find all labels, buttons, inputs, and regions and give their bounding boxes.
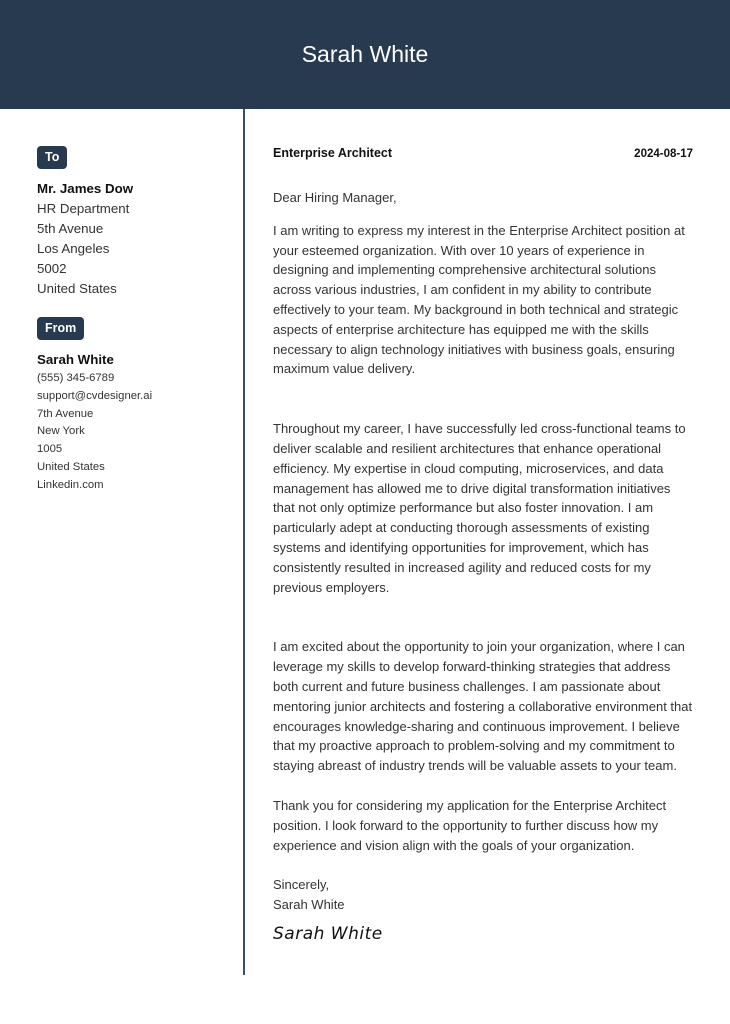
paragraph-3: I am excited about the opportunity to jo… <box>273 639 693 774</box>
greeting: Dear Hiring Manager, <box>273 190 397 205</box>
to-badge: To <box>37 146 68 169</box>
recipient-street: 5th Avenue <box>37 221 104 236</box>
sidebar: To Mr. James Dow HR Department 5th Avenu… <box>37 146 227 495</box>
sender-street: 7th Avenue <box>37 407 94 420</box>
recipient-city: Los Angeles <box>37 241 110 256</box>
sender-email: support@cvdesigner.ai <box>37 389 153 402</box>
sender-city: New York <box>37 425 85 438</box>
recipient-block: To Mr. James Dow HR Department 5th Avenu… <box>37 146 227 299</box>
paragraph-4: Thank you for considering my application… <box>273 797 667 853</box>
closing-salutation: Sincerely, <box>273 877 330 893</box>
letter-title-row: Enterprise Architect 2024-08-17 <box>273 146 693 160</box>
letter-body: Enterprise Architect 2024-08-17 Dear Hir… <box>273 146 693 944</box>
header-banner: Sarah White <box>0 0 730 109</box>
paragraph-1: I am writing to express my interest in t… <box>273 222 685 377</box>
sender-linkedin: Linkedin.com <box>37 478 104 491</box>
recipient-department: HR Department <box>37 201 130 216</box>
closing-block: Sincerely, Sarah White <box>273 875 693 915</box>
sender-name: Sarah White <box>37 352 114 367</box>
closing-name: Sarah White <box>273 897 345 913</box>
from-badge: From <box>37 317 85 340</box>
recipient-name: Mr. James Dow <box>37 181 134 196</box>
sender-postal-code: 1005 <box>37 443 63 456</box>
sender-country: United States <box>37 460 105 473</box>
recipient-country: United States <box>37 281 117 296</box>
letter-date: 2024-08-17 <box>634 148 693 160</box>
signature: Sarah White <box>273 923 383 944</box>
header-name: Sarah White <box>301 41 429 67</box>
sender-details: Sarah White (555) 345-6789 support@cvdes… <box>37 350 227 495</box>
job-title: Enterprise Architect <box>273 146 393 160</box>
recipient-details: Mr. James Dow HR Department 5th Avenue L… <box>37 179 227 299</box>
recipient-postal-code: 5002 <box>37 261 67 276</box>
paragraph-2: Throughout my career, I have successfull… <box>273 421 686 595</box>
sender-block: From Sarah White (555) 345-6789 support@… <box>37 317 227 495</box>
sender-phone: (555) 345-6789 <box>37 372 115 384</box>
column-divider <box>243 109 245 975</box>
